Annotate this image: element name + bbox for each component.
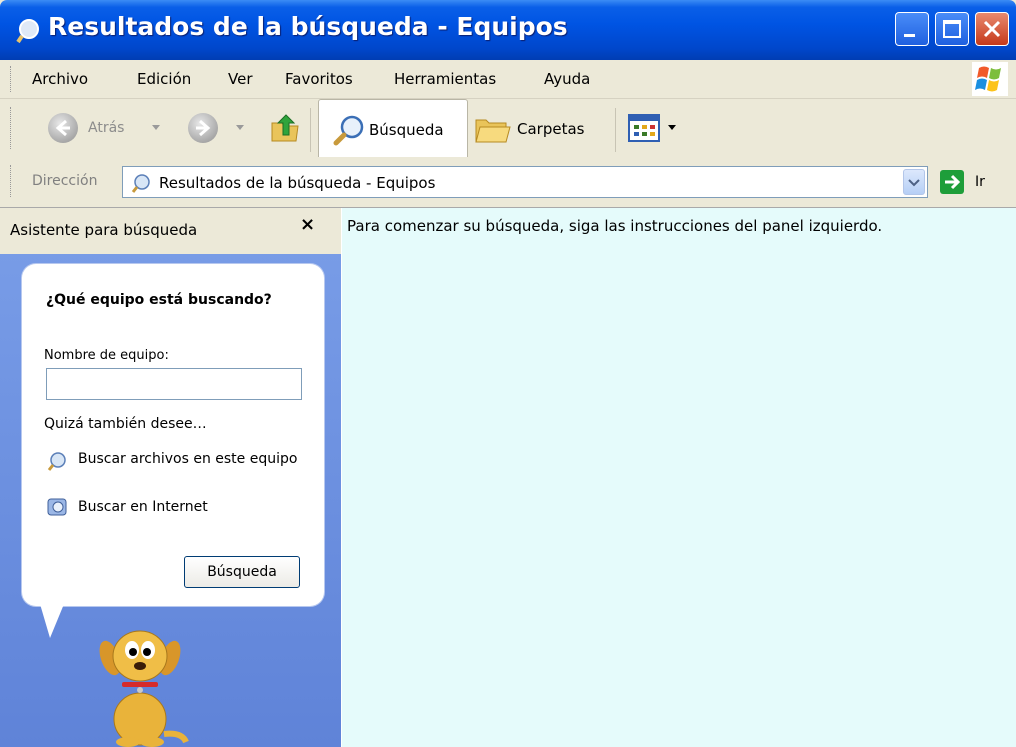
address-dropdown-button[interactable] <box>903 169 925 195</box>
pane-close-button[interactable]: × <box>300 214 315 235</box>
address-label: Dirección <box>32 173 98 189</box>
go-button-label[interactable]: Ir <box>975 174 985 190</box>
instructions-message: Para comenzar su búsqueda, siga las inst… <box>347 217 883 235</box>
search-submit-button[interactable]: Búsqueda <box>184 556 300 588</box>
folders-icon[interactable] <box>474 112 512 146</box>
back-button-label[interactable]: Atrás <box>88 120 124 136</box>
back-arrow-icon[interactable] <box>48 113 78 143</box>
search-companion-pane: Asistente para búsqueda × ¿Qué equipo es… <box>0 208 341 747</box>
toolbar-separator <box>615 108 616 152</box>
magnifier-icon <box>333 115 364 146</box>
explorer-window: Resultados de la búsqueda - Equipos Arch… <box>0 0 1016 747</box>
views-icon[interactable] <box>628 114 660 142</box>
menu-edicion[interactable]: Edición <box>137 70 191 88</box>
chevron-down-icon <box>908 179 920 187</box>
search-button-label: Búsqueda <box>369 121 444 139</box>
search-internet-link[interactable]: Buscar en Internet <box>78 498 208 516</box>
search-internet-icon[interactable] <box>46 496 68 518</box>
computer-name-input[interactable] <box>46 368 302 400</box>
close-button[interactable] <box>975 12 1009 46</box>
menu-ayuda[interactable]: Ayuda <box>544 70 590 88</box>
menu-archivo[interactable]: Archivo <box>32 70 88 88</box>
minimize-button[interactable] <box>895 12 929 46</box>
maximize-icon <box>943 20 961 38</box>
views-dropdown-arrow-icon[interactable] <box>668 125 676 130</box>
maximize-button[interactable] <box>935 12 969 46</box>
window-title: Resultados de la búsqueda - Equipos <box>48 12 568 41</box>
folders-button-label[interactable]: Carpetas <box>517 120 584 138</box>
address-value: Resultados de la búsqueda - Equipos <box>159 174 436 192</box>
bubble-tail <box>40 604 64 638</box>
search-files-icon[interactable] <box>46 450 68 472</box>
search-bubble: ¿Qué equipo está buscando? Nombre de equ… <box>22 264 324 606</box>
menu-grip[interactable] <box>10 66 13 92</box>
search-question: ¿Qué equipo está buscando? <box>46 292 272 308</box>
forward-arrow-icon[interactable] <box>188 113 218 143</box>
menu-herramientas[interactable]: Herramientas <box>394 70 496 88</box>
search-button[interactable]: Búsqueda <box>318 99 468 161</box>
close-icon <box>983 20 1001 38</box>
go-arrow-icon[interactable] <box>940 170 964 194</box>
search-dog-icon[interactable] <box>90 624 190 747</box>
results-area[interactable]: Para comenzar su búsqueda, siga las inst… <box>341 208 1016 747</box>
menu-bar: Archivo Edición Ver Favoritos Herramient… <box>0 60 1016 99</box>
windows-logo-icon <box>972 62 1008 96</box>
computer-name-label: Nombre de equipo: <box>44 348 169 363</box>
address-bar: Dirección Resultados de la búsqueda - Eq… <box>0 157 1016 208</box>
forward-dropdown-arrow-icon[interactable] <box>236 125 244 130</box>
back-dropdown-arrow-icon[interactable] <box>152 125 160 130</box>
also-label: Quizá también desee… <box>44 416 207 432</box>
toolbar-grip[interactable] <box>10 107 13 149</box>
title-bar[interactable]: Resultados de la búsqueda - Equipos <box>0 0 1016 60</box>
menu-favoritos[interactable]: Favoritos <box>285 70 353 88</box>
search-results-icon <box>16 19 39 44</box>
search-results-icon <box>131 174 150 193</box>
pane-header: Asistente para búsqueda × <box>0 208 341 254</box>
address-field[interactable]: Resultados de la búsqueda - Equipos <box>122 166 928 198</box>
up-folder-icon[interactable] <box>268 111 302 145</box>
toolbar-separator <box>310 108 311 152</box>
menu-ver[interactable]: Ver <box>228 70 253 88</box>
address-grip[interactable] <box>10 165 13 197</box>
pane-title: Asistente para búsqueda <box>10 221 198 239</box>
minimize-icon <box>904 34 915 37</box>
search-files-link[interactable]: Buscar archivos en este equipo <box>78 450 298 468</box>
